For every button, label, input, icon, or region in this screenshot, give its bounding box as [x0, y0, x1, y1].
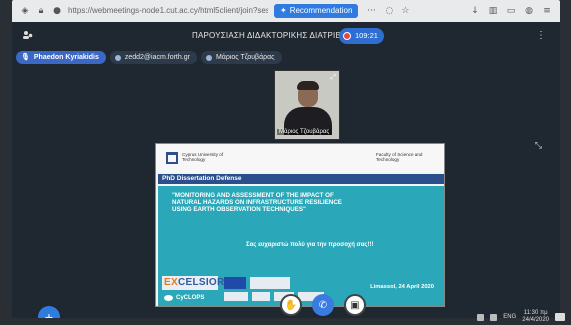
recommendation-button[interactable]: ✦ Recommendation — [274, 4, 359, 18]
participant-chip-presenter[interactable]: 🎙︎ Phaedon Kyriakidis — [16, 51, 106, 64]
slide-body: "MONITORING AND ASSESSMENT OF THE IMPACT… — [158, 186, 444, 306]
meeting-app: ΠΑΡΟΥΣΙΑΣΗ ΔΙΔΑΚΤΟΡΙΚΗΣ ΔΙΑΤΡΙΒΗΣ 109:21… — [12, 22, 560, 318]
shield-icon[interactable]: ◈ — [20, 6, 30, 16]
excelsior-logo: EXCELSIOR — [162, 276, 224, 290]
hamburger-menu-icon[interactable]: ≡ — [542, 6, 552, 16]
clock-time: 11:30 πμ — [523, 310, 548, 316]
taskbar-tray: ENG 11:30 πμ 24/4/2020 — [471, 309, 571, 325]
mic-permission-icon[interactable]: ● — [52, 6, 62, 16]
participant-chip[interactable]: zedd2@iacm.forth.gr — [109, 51, 197, 64]
thesis-title: "MONITORING AND ASSESSMENT OF THE IMPACT… — [172, 192, 342, 214]
fullscreen-icon[interactable]: ⤡ — [535, 140, 542, 151]
timer-value: 109:21 — [355, 31, 378, 40]
recording-timer[interactable]: 109:21 — [339, 28, 384, 44]
language-indicator[interactable]: ENG — [503, 314, 516, 320]
place-date: Limassol, 24 April 2020 — [370, 284, 434, 290]
university-name: Cyprus University of Technology — [182, 152, 224, 162]
camera-off-icon[interactable]: ▣ — [344, 294, 366, 316]
cyclops-logo: CyCLOPS — [162, 293, 218, 304]
clock-date: 24/4/2020 — [522, 317, 549, 323]
meeting-topbar: ΠΑΡΟΥΣΙΑΣΗ ΔΙΔΑΚΤΟΡΙΚΗΣ ΔΙΑΤΡΙΒΗΣ 109:21… — [12, 22, 560, 50]
system-clock[interactable]: 11:30 πμ 24/4/2020 — [522, 310, 549, 324]
network-icon[interactable] — [477, 313, 485, 321]
excelsior-logo-rest: CELSIOR — [177, 277, 225, 288]
eye-icon — [164, 295, 173, 301]
webcam-tile[interactable]: ⤢ Μάριος Τζουβάρας — [274, 70, 340, 140]
library-icon[interactable]: ▥ — [488, 6, 498, 16]
faculty-name: Faculty of Science and Technology — [376, 152, 423, 162]
participant-name: Μάριος Τζουβάρας — [215, 54, 275, 61]
monitor-screen: ◈ 🔒︎ ● https://webmeetings-node1.cut.ac.… — [12, 0, 560, 318]
thanks-message: Σας ευχαριστώ πολύ για την προσοχή σας!!… — [246, 242, 374, 248]
status-dot-icon — [205, 54, 212, 61]
partner-logo — [250, 277, 290, 289]
participant-name: zedd2@iacm.forth.gr — [124, 54, 190, 61]
puzzle-icon: ✦ — [280, 6, 287, 15]
photo-frame: ◈ 🔒︎ ● https://webmeetings-node1.cut.ac.… — [0, 0, 571, 325]
presentation-slide: Cyprus University of Technology Faculty … — [155, 143, 445, 307]
users-icon[interactable] — [22, 29, 34, 44]
browser-toolbar: ◈ 🔒︎ ● https://webmeetings-node1.cut.ac.… — [12, 0, 560, 22]
account-icon[interactable]: ◍ — [524, 6, 534, 16]
volume-icon[interactable] — [490, 313, 498, 321]
download-icon[interactable]: ↓ — [470, 6, 480, 16]
pocket-icon[interactable]: ◌ — [384, 6, 394, 16]
microphone-off-icon[interactable]: ✋ — [280, 294, 302, 316]
record-icon — [343, 32, 351, 40]
sidebar-icon[interactable]: ▭ — [506, 6, 516, 16]
notification-icon[interactable] — [555, 313, 565, 321]
address-bar[interactable]: https://webmeetings-node1.cut.ac.cy/html… — [68, 4, 268, 18]
partner-logo — [252, 292, 270, 301]
status-dot-icon — [114, 54, 121, 61]
participant-chip[interactable]: Μάριος Τζουβάρας — [200, 51, 282, 64]
microphone-icon: 🎙︎ — [21, 54, 30, 61]
meeting-title: ΠΑΡΟΥΣΙΑΣΗ ΔΙΔΑΚΤΟΡΙΚΗΣ ΔΙΑΤΡΙΒΗΣ — [192, 31, 353, 40]
browser-right-tools: ↓ ▥ ▭ ◍ ≡ — [470, 6, 552, 16]
partner-logo — [224, 292, 248, 301]
phone-icon[interactable]: ✆ — [312, 294, 334, 316]
page-actions-icon[interactable]: ··· — [364, 6, 378, 16]
recommendation-label: Recommendation — [289, 6, 353, 15]
slide-header: Cyprus University of Technology Faculty … — [156, 144, 444, 172]
call-controls: ✋ ✆ ▣ — [280, 294, 366, 316]
expand-icon[interactable]: ⤢ — [330, 74, 336, 82]
webcam-name-label: Μάριος Τζουβάρας — [277, 129, 332, 135]
eu-flag-logo — [224, 277, 246, 289]
cyclops-label: CyCLOPS — [176, 295, 205, 301]
bookmark-star-icon[interactable]: ☆ — [400, 6, 410, 16]
university-logo-icon — [166, 152, 178, 164]
lock-icon: 🔒︎ — [38, 6, 44, 16]
slide-section-bar: PhD Dissertation Defense — [158, 174, 444, 184]
more-vertical-icon[interactable]: ⋮ — [536, 30, 546, 41]
excelsior-logo-prefix: EX — [164, 277, 178, 288]
participant-list: 🎙︎ Phaedon Kyriakidis zedd2@iacm.forth.g… — [16, 51, 282, 64]
participant-name: Phaedon Kyriakidis — [33, 54, 99, 61]
person-hair — [297, 81, 319, 90]
plus-icon[interactable]: + — [38, 306, 60, 318]
